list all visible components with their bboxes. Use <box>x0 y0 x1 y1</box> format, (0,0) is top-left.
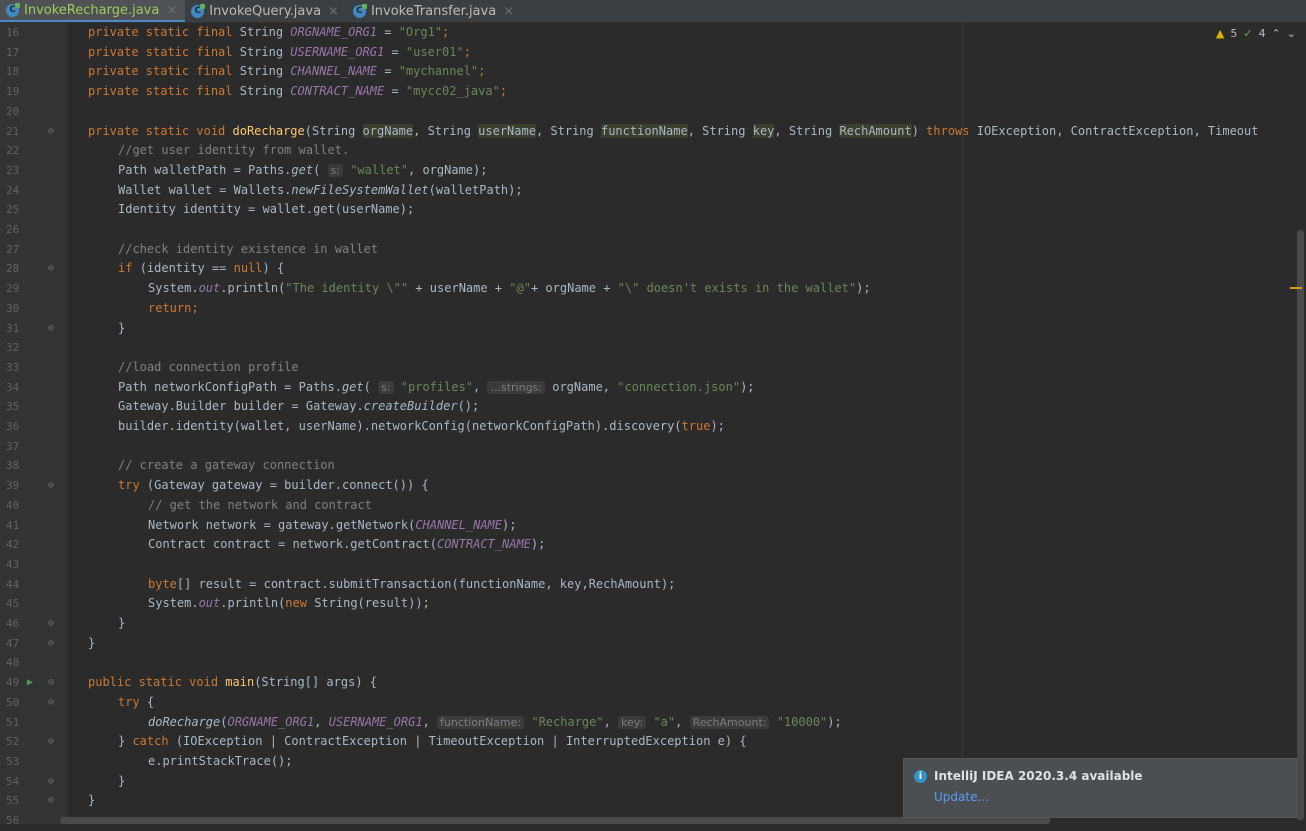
warning-icon: ▲ <box>1215 27 1225 40</box>
code-line: 36 builder.identity(wallet, userName).net… <box>6 419 725 433</box>
tab-label: InvokeQuery.java <box>209 3 322 19</box>
code-line: 30 return; <box>6 300 199 315</box>
code-line: 17 private static final String USERNAME_O… <box>6 44 471 59</box>
code-line: 24 Wallet wallet = Wallets.newFileSystemW… <box>6 182 523 197</box>
fold-icon: ⊖ <box>48 795 55 807</box>
code-line: 51 doRecharge(ORGNAME_ORG1, USERNAME_ORG1… <box>6 714 842 729</box>
tab-invoke-recharge[interactable]: C InvokeRecharge.java × <box>0 0 186 22</box>
code-line: 39 ⊖ try (Gateway gateway = builder.connec… <box>0 476 1306 496</box>
warning-count: 5 <box>1230 27 1238 40</box>
code-line: 27//check identity existence in wallet <box>6 241 379 256</box>
notification-title: IntelliJ IDEA 2020.3.4 available <box>934 769 1143 783</box>
fold-icon: ⊖ <box>48 677 55 689</box>
code-line: 43 <box>6 557 20 571</box>
fold-icon: ⊖ <box>48 637 55 649</box>
code-line: 20 <box>6 104 20 118</box>
code-line: 29 System.out.println("The identity \"" +… <box>6 281 871 296</box>
code-line: 21 ⊖ private static void doRecharge(String… <box>0 122 1306 142</box>
code-line: 35 Gateway.Builder builder = Gateway.crea… <box>6 399 480 414</box>
code-line: 23 Path walletPath = Paths.get( s: "walle… <box>6 162 488 177</box>
code-line: 26 <box>6 223 20 236</box>
code-line: 25 Identity identity = wallet.get(userNam… <box>6 202 415 217</box>
fold-icon: ⊖ <box>48 775 55 787</box>
code-line: 46 ⊖} <box>0 614 1306 634</box>
close-icon[interactable]: × <box>503 4 514 19</box>
vertical-scrollbar[interactable] <box>1297 230 1304 820</box>
code-line: 47 ⊖} <box>0 634 1306 654</box>
fold-icon: ⊖ <box>48 125 55 137</box>
code-line: 22//get user identity from wallet. <box>6 143 350 158</box>
fold-icon: ⊖ <box>48 480 55 492</box>
warning-marker[interactable] <box>1290 287 1302 289</box>
code-line: 37 <box>6 439 20 453</box>
code-line: 16 private static final String ORGNAME_OR… <box>6 25 450 39</box>
code-editor[interactable]: 16 private static final String ORGNAME_OR… <box>0 23 1306 827</box>
close-icon[interactable]: × <box>166 3 177 18</box>
code-line: 38// create a gateway connection <box>6 458 335 473</box>
horizontal-scrollbar[interactable] <box>60 817 1050 824</box>
code-line: 49 ▶ ⊖ public static void main(String[] arg… <box>0 673 1306 693</box>
tab-label: InvokeTransfer.java <box>370 3 497 19</box>
code-line: 33//load connection profile <box>6 359 299 374</box>
close-icon[interactable]: × <box>328 4 339 19</box>
code-line: 52 ⊖} catch (IOException | ContractExcept… <box>0 732 1306 752</box>
java-class-icon: C <box>352 3 367 18</box>
check-count: 4 <box>1258 27 1266 40</box>
fold-icon: ⊖ <box>48 736 55 748</box>
update-link[interactable]: Update... <box>934 790 989 804</box>
inspection-indicators[interactable]: ▲ 5 ✓ 4 ⌃ ⌄ <box>1216 27 1296 40</box>
tab-invoke-transfer[interactable]: C InvokeTransfer.java × <box>347 0 522 22</box>
tab-invoke-query[interactable]: C InvokeQuery.java × <box>185 0 347 22</box>
tab-label: InvokeRecharge.java <box>24 2 160 18</box>
code-line: 42 Contract contract = network.getContrac… <box>6 537 546 552</box>
java-class-icon: C <box>191 3 206 18</box>
java-class-icon: C <box>6 2 20 17</box>
fold-icon: ⊖ <box>48 322 55 334</box>
run-icon[interactable]: ▶ <box>27 673 33 693</box>
code-line: 28 ⊖ if (identity == null) { <box>0 259 1306 279</box>
code-line: 50 ⊖ try { <box>0 693 1306 713</box>
info-icon: i <box>914 770 927 783</box>
chevron-down-icon[interactable]: ⌄ <box>1287 27 1296 40</box>
code-line: 32 <box>6 341 20 355</box>
code-line: 41 Network network = gateway.getNetwork(C… <box>6 517 517 532</box>
code-line: 48 <box>6 656 20 670</box>
code-line: 34 Path networkConfigPath = Paths.get( s:… <box>6 379 755 394</box>
code-line: 31 ⊖} <box>0 319 1306 339</box>
fold-icon: ⊖ <box>48 696 55 708</box>
code-line: 18 private static final String CHANNEL_NA… <box>6 64 486 79</box>
editor-tab-bar: C InvokeRecharge.java × C InvokeQuery.ja… <box>0 0 1306 23</box>
chevron-up-icon[interactable]: ⌃ <box>1272 27 1281 40</box>
code-line: 40// get the network and contract <box>6 497 372 512</box>
code-line: 44 byte[] result = contract.submitTransac… <box>6 576 676 591</box>
code-line: 19 private static final String CONTRACT_N… <box>6 84 508 99</box>
code-line: 45 System.out.println(new String(result))… <box>6 596 430 611</box>
fold-icon: ⊖ <box>48 263 55 275</box>
check-icon: ✓ <box>1243 27 1253 40</box>
fold-icon: ⊖ <box>48 618 55 629</box>
update-notification: i IntelliJ IDEA 2020.3.4 available Updat… <box>903 758 1297 818</box>
